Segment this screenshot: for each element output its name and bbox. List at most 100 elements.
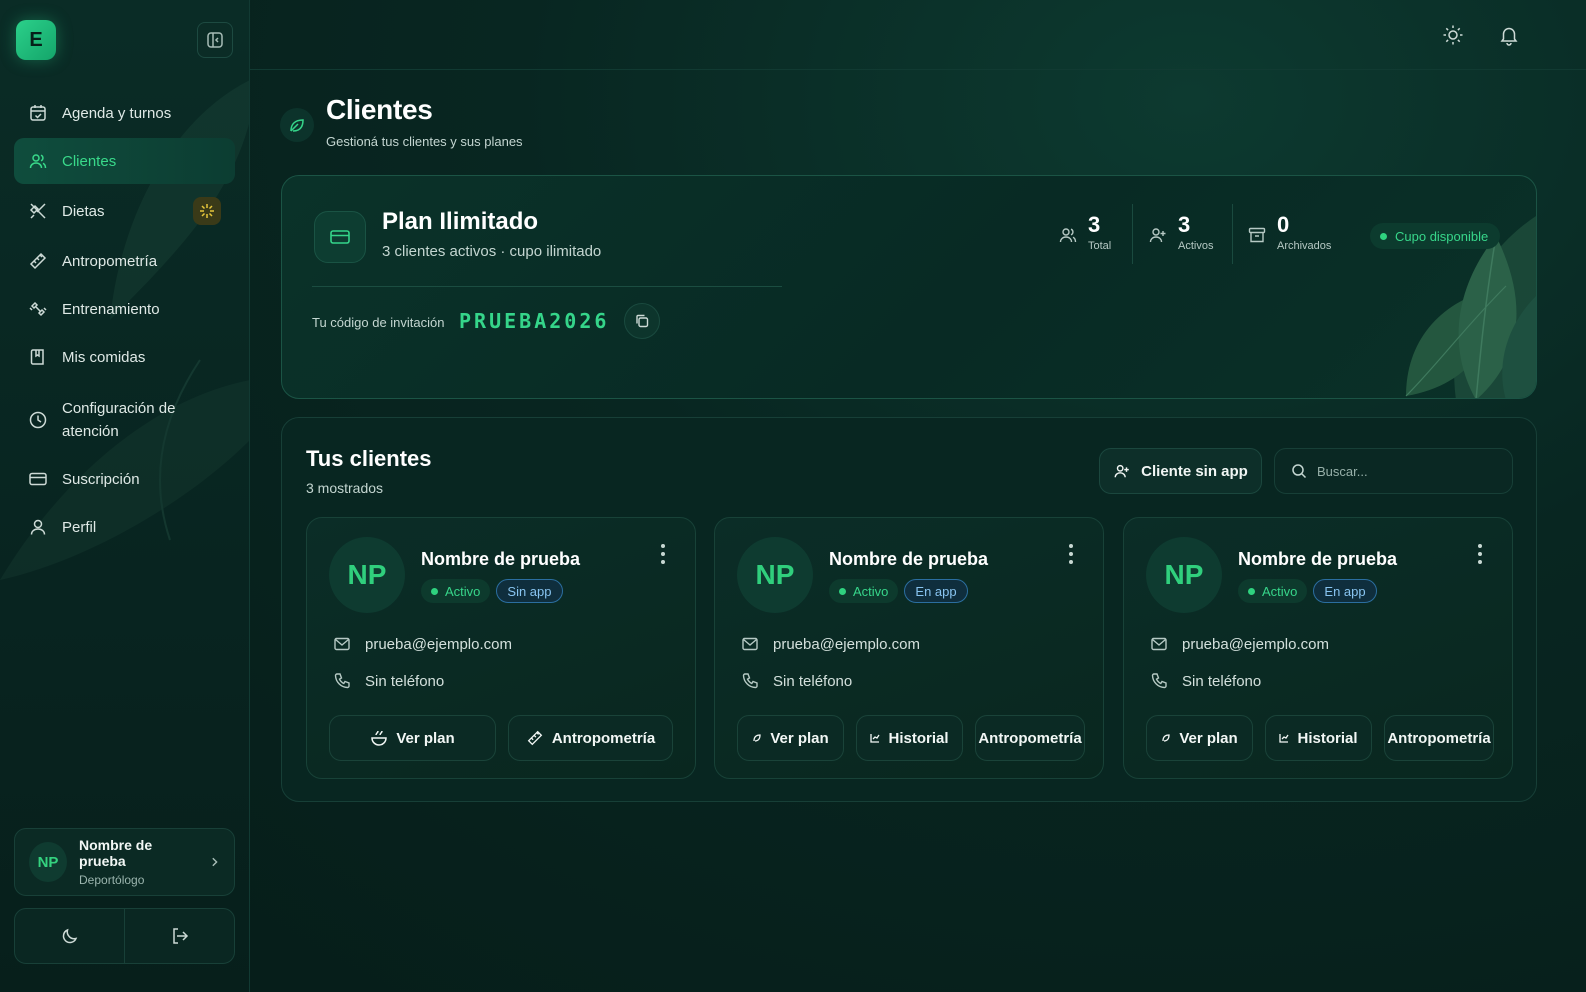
app-badge: En app <box>1313 579 1377 603</box>
sidebar-item-dietas[interactable]: Dietas <box>14 186 235 236</box>
brand-logo[interactable]: E <box>16 20 56 60</box>
button-label: Antropometría <box>978 729 1082 747</box>
antropometria-button[interactable]: Antropometría <box>975 715 1085 761</box>
copy-code-button[interactable] <box>624 303 660 339</box>
stat-value: 0 <box>1277 212 1290 237</box>
add-client-button[interactable]: Cliente sin app <box>1099 448 1262 494</box>
divider <box>312 286 782 287</box>
sidebar-item-label: Configuración de atención <box>62 400 176 440</box>
search-placeholder: Buscar... <box>1317 463 1368 479</box>
notifications-button[interactable] <box>1496 22 1522 48</box>
stat-archivados: 0 Archivados <box>1247 212 1331 252</box>
invite-code: PRUEBA2026 <box>459 309 610 333</box>
sun-icon <box>1443 25 1463 45</box>
sidebar-item-label: Entrenamiento <box>62 300 160 318</box>
sidebar-item-suscripcion[interactable]: Suscripción <box>14 456 235 502</box>
search-icon <box>1292 464 1307 479</box>
mail-icon <box>1151 637 1167 651</box>
client-email: prueba@ejemplo.com <box>365 635 512 653</box>
food-bowl-icon <box>371 730 388 746</box>
plan-card: Plan Ilimitado 3 clientes activos · cupo… <box>281 175 1537 399</box>
client-email-row: prueba@ejemplo.com <box>1150 635 1329 653</box>
main-content: Clientes Gestioná tus clientes y sus pla… <box>250 0 1586 992</box>
history-button[interactable]: Historial <box>856 715 963 761</box>
client-phone-row: Sin teléfono <box>333 672 444 690</box>
more-options-icon[interactable] <box>657 544 669 564</box>
status-text: Cupo disponible <box>1395 228 1489 244</box>
client-card[interactable]: NP Nombre de prueba Activo En app prueba… <box>1123 517 1513 779</box>
sidebar-nav: Agenda y turnos Clientes Dietas Antropom… <box>14 90 235 552</box>
more-options-icon[interactable] <box>1065 544 1077 564</box>
sidebar-item-clientes[interactable]: Clientes <box>14 138 235 184</box>
ruler-icon <box>29 252 47 270</box>
button-label: Historial <box>888 729 949 747</box>
chart-line-icon <box>870 734 881 743</box>
status-badge: Activo <box>1238 579 1308 603</box>
client-card[interactable]: NP Nombre de prueba Activo En app prueba… <box>714 517 1104 779</box>
stat-label: Activos <box>1178 240 1214 252</box>
dumbbell-icon <box>29 301 47 317</box>
app-root: E Agenda y turnos Clientes Dietas Antrop… <box>0 0 1586 992</box>
status-badge: Cupo disponible <box>1370 223 1501 249</box>
client-email-row: prueba@ejemplo.com <box>741 635 920 653</box>
theme-toggle-button[interactable] <box>1440 22 1466 48</box>
user-plus-icon <box>1114 464 1129 478</box>
view-plan-button[interactable]: Ver plan <box>1146 715 1253 761</box>
sidebar-item-mis-comidas[interactable]: Mis comidas <box>14 334 235 380</box>
plan-title: Plan Ilimitado <box>382 208 539 235</box>
clock-icon <box>29 411 47 429</box>
status-badge: Activo <box>421 579 491 603</box>
mail-icon <box>334 637 350 651</box>
view-plan-button[interactable]: Ver plan <box>737 715 844 761</box>
antropometria-button[interactable]: Antropometría <box>1384 715 1494 761</box>
search-input[interactable]: Buscar... <box>1274 448 1513 494</box>
antropometria-button[interactable]: Antropometría <box>508 715 673 761</box>
phone-icon <box>1151 673 1167 689</box>
client-actions: Ver plan Historial Antropometría <box>737 715 1091 761</box>
client-actions: Ver plan Historial Antropometría <box>1146 715 1500 761</box>
users-icon <box>29 154 47 169</box>
logout-button[interactable] <box>125 909 234 963</box>
sidebar-item-antropometria[interactable]: Antropometría <box>14 238 235 284</box>
client-actions: Ver plan Antropometría <box>329 715 683 761</box>
credit-card-icon <box>314 211 366 263</box>
view-plan-button[interactable]: Ver plan <box>329 715 496 761</box>
stat-label: Total <box>1088 240 1112 252</box>
dark-mode-button[interactable] <box>15 909 125 963</box>
client-phone: Sin teléfono <box>773 672 853 690</box>
status-badge: Activo <box>829 579 899 603</box>
leaf-icon <box>753 734 761 742</box>
client-email: prueba@ejemplo.com <box>773 635 920 653</box>
app-badge: Sin app <box>496 579 563 603</box>
user-profile-card[interactable]: NP Nombre de prueba Deportólogo <box>14 828 235 896</box>
sidebar-item-label: Dietas <box>62 202 105 220</box>
dietas-new-badge <box>193 197 221 225</box>
sidebar-item-perfil[interactable]: Perfil <box>14 504 235 550</box>
status-dot <box>1380 232 1387 240</box>
history-button[interactable]: Historial <box>1265 715 1372 761</box>
moon-icon <box>62 928 77 944</box>
leaf-icon <box>1162 734 1170 742</box>
client-phone-row: Sin teléfono <box>741 672 852 690</box>
status-text: Activo <box>853 583 889 599</box>
client-email-row: prueba@ejemplo.com <box>333 635 512 653</box>
add-client-label: Cliente sin app <box>1141 462 1248 480</box>
sidebar-toggle-icon <box>207 32 223 48</box>
sidebar-item-agenda[interactable]: Agenda y turnos <box>14 90 235 136</box>
sidebar-item-label: Antropometría <box>62 252 158 270</box>
user-name: Nombre de prueba <box>79 837 153 869</box>
stat-value: 3 <box>1088 212 1101 237</box>
sidebar-item-entrenamiento[interactable]: Entrenamiento <box>14 286 235 332</box>
client-card[interactable]: NP Nombre de prueba Activo Sin app prueb… <box>306 517 696 779</box>
client-badges: Activo Sin app <box>421 579 563 603</box>
client-phone: Sin teléfono <box>1182 672 1262 690</box>
clients-section: Tus clientes 3 mostrados Cliente sin app… <box>281 417 1537 802</box>
status-dot <box>839 587 846 595</box>
more-options-icon[interactable] <box>1474 544 1486 564</box>
brand-row: E <box>16 20 233 60</box>
collapse-sidebar-button[interactable] <box>197 22 233 58</box>
status-text: Activo <box>1262 583 1298 599</box>
avatar: NP <box>29 842 68 882</box>
sidebar-item-configuracion[interactable]: Configuración de atención <box>14 386 235 454</box>
leaf-icon <box>280 108 314 142</box>
